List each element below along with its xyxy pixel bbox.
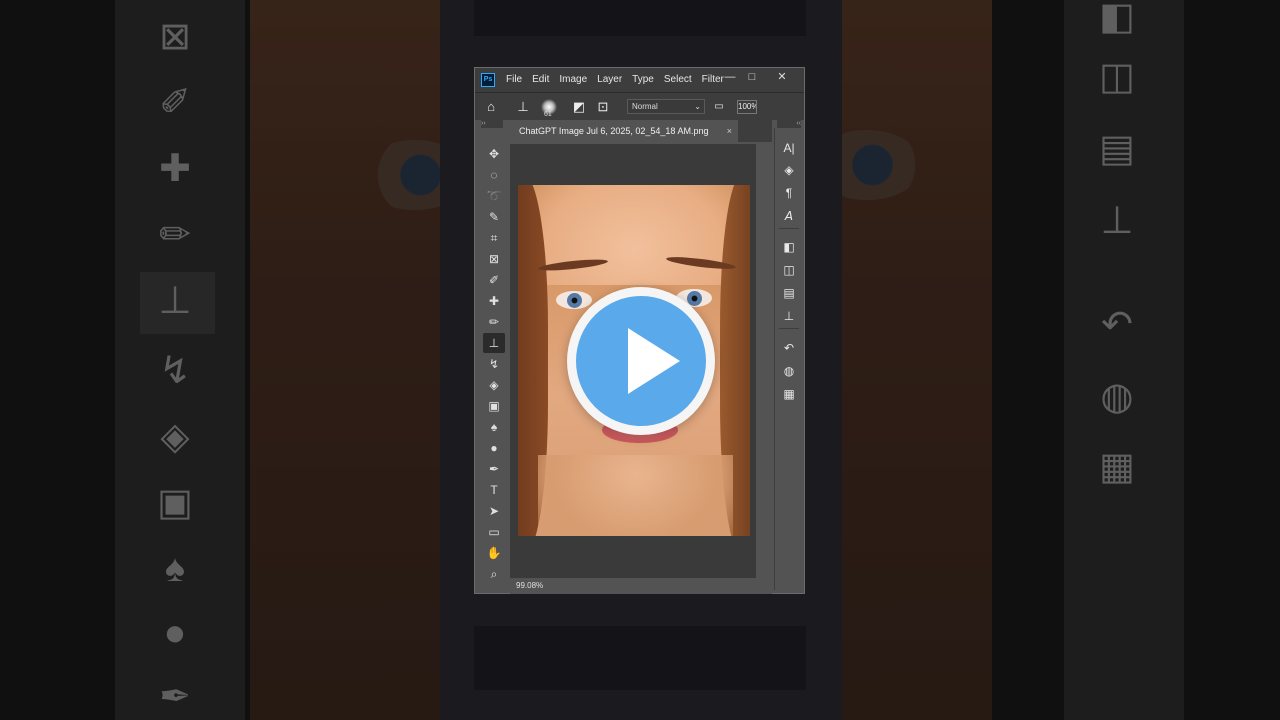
blend-mode-value: Normal [632,102,658,111]
rectangle-tool-icon[interactable]: ▭ [483,522,505,542]
brush-settings-icon[interactable]: ◩ [569,97,589,117]
character-panel-icon[interactable]: A| [775,138,803,158]
tablet-pressure-icon[interactable]: ▭ [709,97,729,117]
close-window-button[interactable]: ✕ [770,68,794,86]
photoshop-logo-icon: Ps [481,73,495,87]
crop-tool-icon[interactable]: ⌗ [483,228,505,248]
brush-tool-icon[interactable]: ✏ [483,312,505,332]
marquee-tool-icon[interactable]: ◌ [483,165,505,185]
libraries-panel-icon[interactable]: ◫ [775,260,803,280]
minimize-button[interactable]: — [718,68,742,86]
clone-stamp-preset-icon[interactable]: ⊥ [513,97,533,117]
layers-panel-icon[interactable]: ◈ [775,160,803,180]
menu-bar: Ps File Edit Image Layer Type Select Fil… [475,68,804,92]
clone-source-toggle-icon[interactable]: ⊡ [593,97,613,117]
options-bar: ⌂ ⊥ 61 ◩ ⊡ Normal ⌄ ▭ 100% [475,92,804,120]
healing-brush-tool-icon[interactable]: ✚ [483,291,505,311]
blend-mode-select[interactable]: Normal ⌄ [627,99,705,114]
document-tab-bar: ChatGPT Image Jul 6, 2025, 02_54_18 AM.p… [510,120,772,142]
menu-file[interactable]: File [501,68,527,92]
color-panel-icon[interactable]: ◍ [775,361,803,381]
backdrop-right: ◧ ◫ ▤ ⊥ ↶ ◍ ▦ [842,0,1280,720]
toolbar-collapse-handle[interactable]: ›› [481,120,503,128]
menu-type[interactable]: Type [627,68,659,92]
left-eye [556,291,592,309]
video-frame: ⊠ ✐ ✚ ✏ ⊥ ↯ ◈ ▣ ♠ ● ✒ ◧ ◫ ▤ ⊥ ↶ ◍ ▦ Ps F… [0,0,1280,720]
right-iris [687,291,702,306]
document-tab[interactable]: ChatGPT Image Jul 6, 2025, 02_54_18 AM.p… [510,120,738,142]
quick-select-tool-icon[interactable]: ✎ [483,207,505,227]
panels-collapse-handle[interactable]: ‹‹ [777,120,801,128]
frame-tool-icon[interactable]: ⊠ [483,249,505,269]
history-brush-tool-icon[interactable]: ↯ [483,354,505,374]
swatches-panel-icon[interactable]: ▦ [775,384,803,404]
zoom-level[interactable]: 99.08% [516,581,543,590]
pen-tool-icon[interactable]: ✒ [483,459,505,479]
clone-stamp-tool-icon[interactable]: ⊥ [483,333,505,353]
panel-separator [779,328,799,329]
close-tab-icon[interactable]: × [727,120,732,142]
home-icon[interactable]: ⌂ [481,97,501,117]
left-iris [567,293,582,308]
panels-dock: A| ◈ ¶ 𝘈 ◧ ◫ ▤ ⊥ ↶ ◍ ▦ [774,128,802,590]
menu-layer[interactable]: Layer [592,68,627,92]
play-button[interactable] [567,287,715,435]
adjustments-panel-icon[interactable]: ◧ [775,237,803,257]
opacity-field[interactable]: 100% [737,99,757,114]
dodge-tool-icon[interactable]: ● [483,438,505,458]
eraser-tool-icon[interactable]: ◈ [483,375,505,395]
menu-edit[interactable]: Edit [527,68,554,92]
status-bar: 99.08% [510,578,772,594]
move-tool-icon[interactable]: ✥ [483,144,505,164]
type-tool-icon[interactable]: T [483,480,505,500]
path-select-tool-icon[interactable]: ➤ [483,501,505,521]
document-tab-title: ChatGPT Image Jul 6, 2025, 02_54_18 AM.p… [519,126,709,136]
paragraph-panel-icon[interactable]: ¶ [775,183,803,203]
backdrop-left: ⊠ ✐ ✚ ✏ ⊥ ↯ ◈ ▣ ♠ ● ✒ [0,0,440,720]
play-button-circle [576,296,706,426]
menu-select[interactable]: Select [659,68,697,92]
phone-bottom-bar [474,626,806,690]
backdrop-dim [0,0,440,720]
play-icon [628,328,680,394]
menu-image[interactable]: Image [554,68,592,92]
panel-separator [779,228,799,229]
brush-size-value: 61 [544,110,552,118]
clone-source-panel-icon[interactable]: ⊥ [775,306,803,326]
zoom-tool-icon[interactable]: ⌕ [483,564,505,584]
chin [538,455,733,536]
eyedropper-tool-icon[interactable]: ✐ [483,270,505,290]
backdrop-dim-right [842,0,1280,720]
properties-panel-icon[interactable]: ▤ [775,283,803,303]
glyphs-panel-icon[interactable]: 𝘈 [775,206,803,226]
gradient-tool-icon[interactable]: ▣ [483,396,505,416]
blur-tool-icon[interactable]: ♠ [483,417,505,437]
hand-tool-icon[interactable]: ✋ [483,543,505,563]
history-panel-icon[interactable]: ↶ [775,338,803,358]
phone-top-bar [474,0,806,36]
brush-preview-icon[interactable]: 61 [541,98,557,118]
lasso-tool-icon[interactable]: ➰ [483,186,505,206]
chevron-down-icon: ⌄ [694,102,701,111]
maximize-button[interactable]: □ [740,68,764,86]
